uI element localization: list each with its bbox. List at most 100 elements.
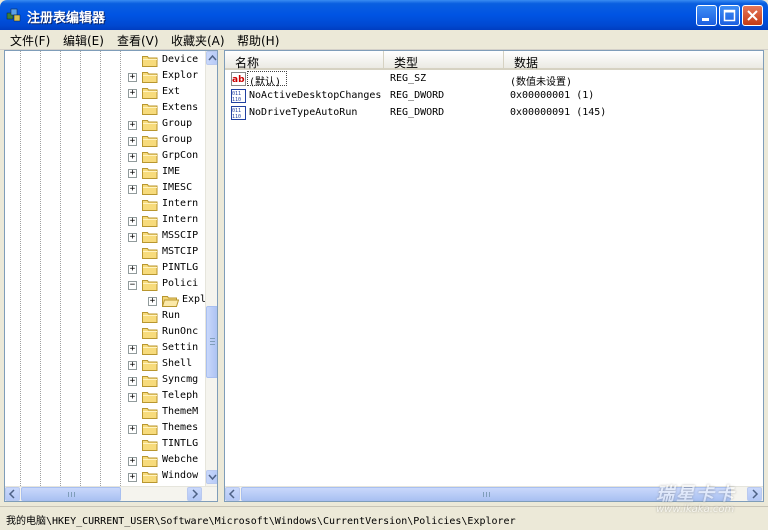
scroll-left-button[interactable]	[5, 487, 20, 501]
expand-icon[interactable]: +	[128, 345, 137, 354]
expand-icon[interactable]: +	[128, 185, 137, 194]
expand-icon[interactable]: +	[128, 361, 137, 370]
tree-item[interactable]: MSTCIP	[5, 245, 205, 261]
tree-item-label: TINTLG	[162, 438, 199, 449]
minimize-button[interactable]	[696, 5, 717, 26]
expand-icon[interactable]: +	[128, 377, 137, 386]
value-row-noactivedesktopchanges[interactable]: 011 110 NoActiveDesktopChanges REG_DWORD…	[225, 88, 745, 105]
column-header-name[interactable]: 名称	[225, 51, 384, 70]
tree-item-label: Intern	[162, 214, 199, 225]
column-header-name-label: 名称	[235, 56, 260, 70]
tree-item-label: Device	[162, 54, 199, 65]
folder-icon	[142, 70, 158, 83]
scroll-up-button[interactable]	[206, 51, 217, 65]
column-header-type[interactable]: 类型	[384, 51, 504, 70]
tree-item[interactable]: + Webche	[5, 453, 205, 469]
tree-item[interactable]: Device	[5, 53, 205, 69]
tree-item-label: Expl	[182, 294, 207, 305]
tree-item[interactable]: + PINTLG	[5, 261, 205, 277]
menu-view[interactable]: 查看(V)	[117, 32, 159, 49]
expand-icon[interactable]: +	[128, 137, 137, 146]
tree-item[interactable]: + Shell	[5, 357, 205, 373]
tree-item[interactable]: + GrpCon	[5, 149, 205, 165]
maximize-button[interactable]	[719, 5, 740, 26]
tree-item-label: Window	[162, 470, 199, 481]
tree-item[interactable]: + Group	[5, 133, 205, 149]
expand-icon[interactable]: +	[128, 121, 137, 130]
tree-item-label: IMESC	[162, 182, 193, 193]
tree-item[interactable]: − Polici	[5, 277, 205, 293]
registry-values-list[interactable]: 名称 类型 数据 ab (默认) REG_SZ (数值未设置) 011 110 …	[224, 50, 764, 502]
tree-item[interactable]: + Teleph	[5, 389, 205, 405]
expand-icon[interactable]: +	[128, 73, 137, 82]
menu-favorites[interactable]: 收藏夹(A)	[171, 32, 225, 49]
expand-icon[interactable]: +	[128, 217, 137, 226]
svg-text:110: 110	[232, 97, 241, 103]
expand-icon[interactable]: +	[128, 473, 137, 482]
title-bar[interactable]: 注册表编辑器	[0, 0, 768, 30]
watermark-logo: 瑞星卡卡 www.ikaka.com	[636, 478, 766, 526]
tree-vertical-scrollbar[interactable]	[205, 51, 217, 486]
column-header-data[interactable]: 数据	[504, 51, 763, 70]
expand-icon[interactable]: +	[128, 425, 137, 434]
expand-icon[interactable]: +	[148, 297, 157, 306]
folder-icon	[142, 86, 158, 99]
tree-item[interactable]: + Window	[5, 469, 205, 485]
expand-icon[interactable]: +	[128, 393, 137, 402]
value-data: 0x00000091 (145)	[510, 107, 607, 118]
tree-item[interactable]: RunOnc	[5, 325, 205, 341]
tree-item[interactable]: + MSSCIP	[5, 229, 205, 245]
menu-file[interactable]: 文件(F)	[10, 32, 50, 49]
tree-item[interactable]: TINTLG	[5, 437, 205, 453]
tree-item-label: Teleph	[162, 390, 199, 401]
tree-item[interactable]: + Expl	[5, 293, 207, 309]
tree-item-label: Themes	[162, 422, 199, 433]
collapse-icon[interactable]: −	[128, 281, 137, 290]
tree-item[interactable]: + Themes	[5, 421, 205, 437]
tree-item[interactable]: Run	[5, 309, 205, 325]
scroll-left-button[interactable]	[225, 487, 240, 501]
folder-icon	[142, 102, 158, 115]
expand-icon[interactable]: +	[128, 233, 137, 242]
column-header-type-label: 类型	[394, 56, 419, 70]
tree-item[interactable]: + Explor	[5, 69, 205, 85]
tree-item[interactable]: Intern	[5, 197, 205, 213]
menu-help[interactable]: 帮助(H)	[237, 32, 279, 49]
scroll-right-button[interactable]	[187, 487, 202, 501]
value-row-nodrivetypeautorun[interactable]: 011 110 NoDriveTypeAutoRun REG_DWORD 0x0…	[225, 105, 745, 122]
tree-item[interactable]: ThemeM	[5, 405, 205, 421]
expand-icon[interactable]: +	[128, 169, 137, 178]
tree-item[interactable]: + Intern	[5, 213, 205, 229]
value-data: 0x00000001 (1)	[510, 90, 595, 101]
tree-item[interactable]: + Ext	[5, 85, 205, 101]
tree-item-label: Polici	[162, 278, 199, 289]
expand-icon[interactable]: +	[128, 265, 137, 274]
tree-scroll-thumb[interactable]	[206, 306, 217, 378]
expand-icon[interactable]: +	[128, 457, 137, 466]
tree-item[interactable]: Extens	[5, 101, 205, 117]
tree-item[interactable]: + Syncmg	[5, 373, 205, 389]
close-button[interactable]	[742, 5, 763, 26]
tree-hscroll-thumb[interactable]	[21, 487, 121, 501]
folder-icon	[142, 182, 158, 195]
tree-item[interactable]: + Settin	[5, 341, 205, 357]
registry-editor-window: 注册表编辑器 文件(F) 编辑(E) 查看(V) 收藏夹(A) 帮助(H) De…	[0, 0, 768, 530]
menu-bar: 文件(F) 编辑(E) 查看(V) 收藏夹(A) 帮助(H)	[0, 30, 768, 50]
tree-item[interactable]: + IME	[5, 165, 205, 181]
arrow-left-icon	[228, 489, 235, 499]
expand-icon[interactable]: +	[128, 89, 137, 98]
value-type: REG_SZ	[390, 73, 427, 84]
menu-edit[interactable]: 编辑(E)	[63, 32, 104, 49]
expand-icon[interactable]: +	[128, 153, 137, 162]
scroll-down-button[interactable]	[206, 470, 217, 484]
tree-item[interactable]: + IMESC	[5, 181, 205, 197]
value-type: REG_DWORD	[390, 90, 445, 101]
tree-horizontal-scrollbar[interactable]	[5, 486, 217, 501]
close-icon	[747, 10, 758, 21]
regedit-app-icon	[6, 8, 21, 22]
value-row-default[interactable]: ab (默认) REG_SZ (数值未设置)	[225, 71, 745, 88]
tree-item[interactable]: + Group	[5, 117, 205, 133]
watermark-brand: 瑞星卡卡	[656, 484, 736, 505]
registry-key-tree[interactable]: Device + Explor + Ext Extens + Group + Group + Gr…	[4, 50, 218, 502]
folder-icon	[142, 262, 158, 275]
